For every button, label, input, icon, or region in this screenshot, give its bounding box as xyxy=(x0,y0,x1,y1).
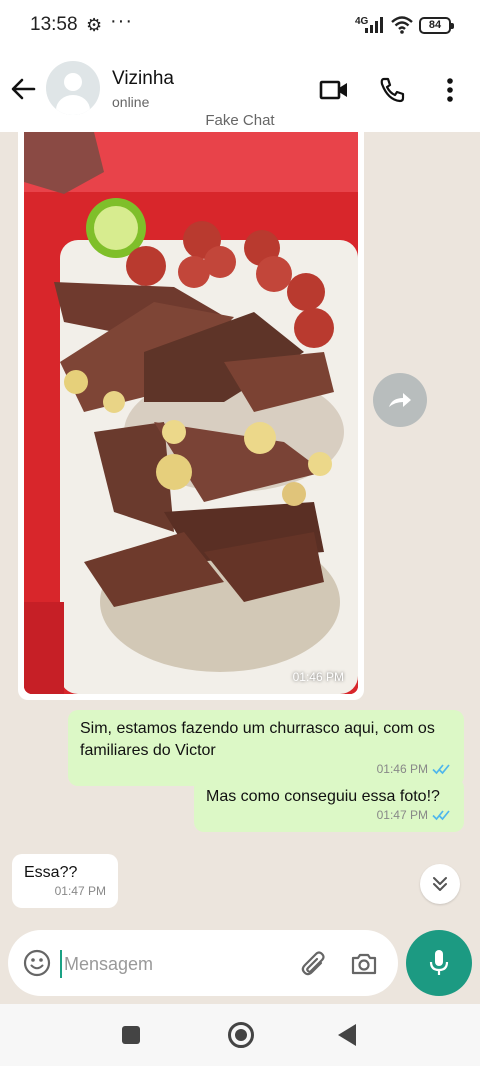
kebab-menu-icon xyxy=(447,78,453,102)
avatar-head xyxy=(64,73,82,91)
voice-message-button[interactable] xyxy=(406,930,472,996)
image-message[interactable]: 01:46 PM xyxy=(18,132,364,700)
system-back-button[interactable] xyxy=(338,1024,356,1046)
voice-call-button[interactable] xyxy=(376,74,408,106)
forward-icon xyxy=(389,393,411,407)
phone-icon xyxy=(380,77,405,103)
settings-gear-icon: ⚙ xyxy=(86,15,103,35)
chat-area[interactable]: 01:46 PM Sim, estamos fazendo um churras… xyxy=(0,132,480,1004)
attach-button[interactable] xyxy=(298,948,330,980)
recent-apps-button[interactable] xyxy=(122,1026,140,1044)
camera-button[interactable] xyxy=(348,948,380,980)
back-button[interactable] xyxy=(8,74,38,104)
contact-status: online xyxy=(112,94,150,110)
forward-button[interactable] xyxy=(373,373,427,427)
signal-icon xyxy=(365,17,383,33)
emoji-icon xyxy=(23,949,51,977)
more-notifications-icon: ··· xyxy=(110,10,133,32)
status-bar: 13:58 ⚙ ··· 4G 84 xyxy=(0,0,480,52)
message-time: 01:47 PM xyxy=(54,884,106,898)
message-time: 01:46 PM xyxy=(376,762,428,776)
arrow-left-icon xyxy=(11,78,36,100)
more-options-button[interactable] xyxy=(436,74,464,106)
emoji-button[interactable] xyxy=(22,948,52,978)
message-time: 01:46 PM xyxy=(292,670,344,684)
paperclip-icon xyxy=(301,951,325,976)
contact-name[interactable]: Vizinha xyxy=(112,68,174,90)
camera-icon xyxy=(351,953,377,975)
home-button[interactable] xyxy=(228,1022,254,1048)
read-ticks-icon xyxy=(432,810,450,821)
system-navigation-bar xyxy=(0,1004,480,1066)
outgoing-message[interactable]: Sim, estamos fazendo um churrasco aqui, … xyxy=(68,710,464,786)
message-meta: 01:47 PM xyxy=(377,804,452,826)
double-chevron-down-icon xyxy=(433,877,447,891)
message-meta: 01:47 PM xyxy=(55,880,106,902)
message-photo[interactable]: 01:46 PM xyxy=(24,132,358,694)
video-camera-icon xyxy=(319,80,347,100)
outgoing-message[interactable]: Mas como conseguiu essa foto!? 01:47 PM xyxy=(194,778,464,832)
home-dot-icon xyxy=(235,1029,247,1041)
wifi-icon xyxy=(391,16,413,34)
status-time: 13:58 xyxy=(30,14,78,35)
message-input[interactable] xyxy=(60,950,290,978)
message-text: Sim, estamos fazendo um churrasco aqui, … xyxy=(80,720,435,759)
scroll-to-bottom-button[interactable] xyxy=(420,864,460,904)
battery-icon: 84 xyxy=(419,17,454,34)
battery-level: 84 xyxy=(428,19,442,31)
message-meta: 01:46 PM xyxy=(377,758,452,780)
message-composer xyxy=(8,930,398,996)
read-ticks-icon xyxy=(432,764,450,775)
avatar[interactable] xyxy=(46,61,100,115)
incoming-message[interactable]: Essa?? 01:47 PM xyxy=(12,854,118,908)
message-time: 01:47 PM xyxy=(376,808,428,822)
microphone-icon xyxy=(429,950,449,975)
chat-subtitle: Fake Chat xyxy=(205,112,275,129)
barbecue-photo-image xyxy=(24,132,358,694)
video-call-button[interactable] xyxy=(318,74,350,106)
